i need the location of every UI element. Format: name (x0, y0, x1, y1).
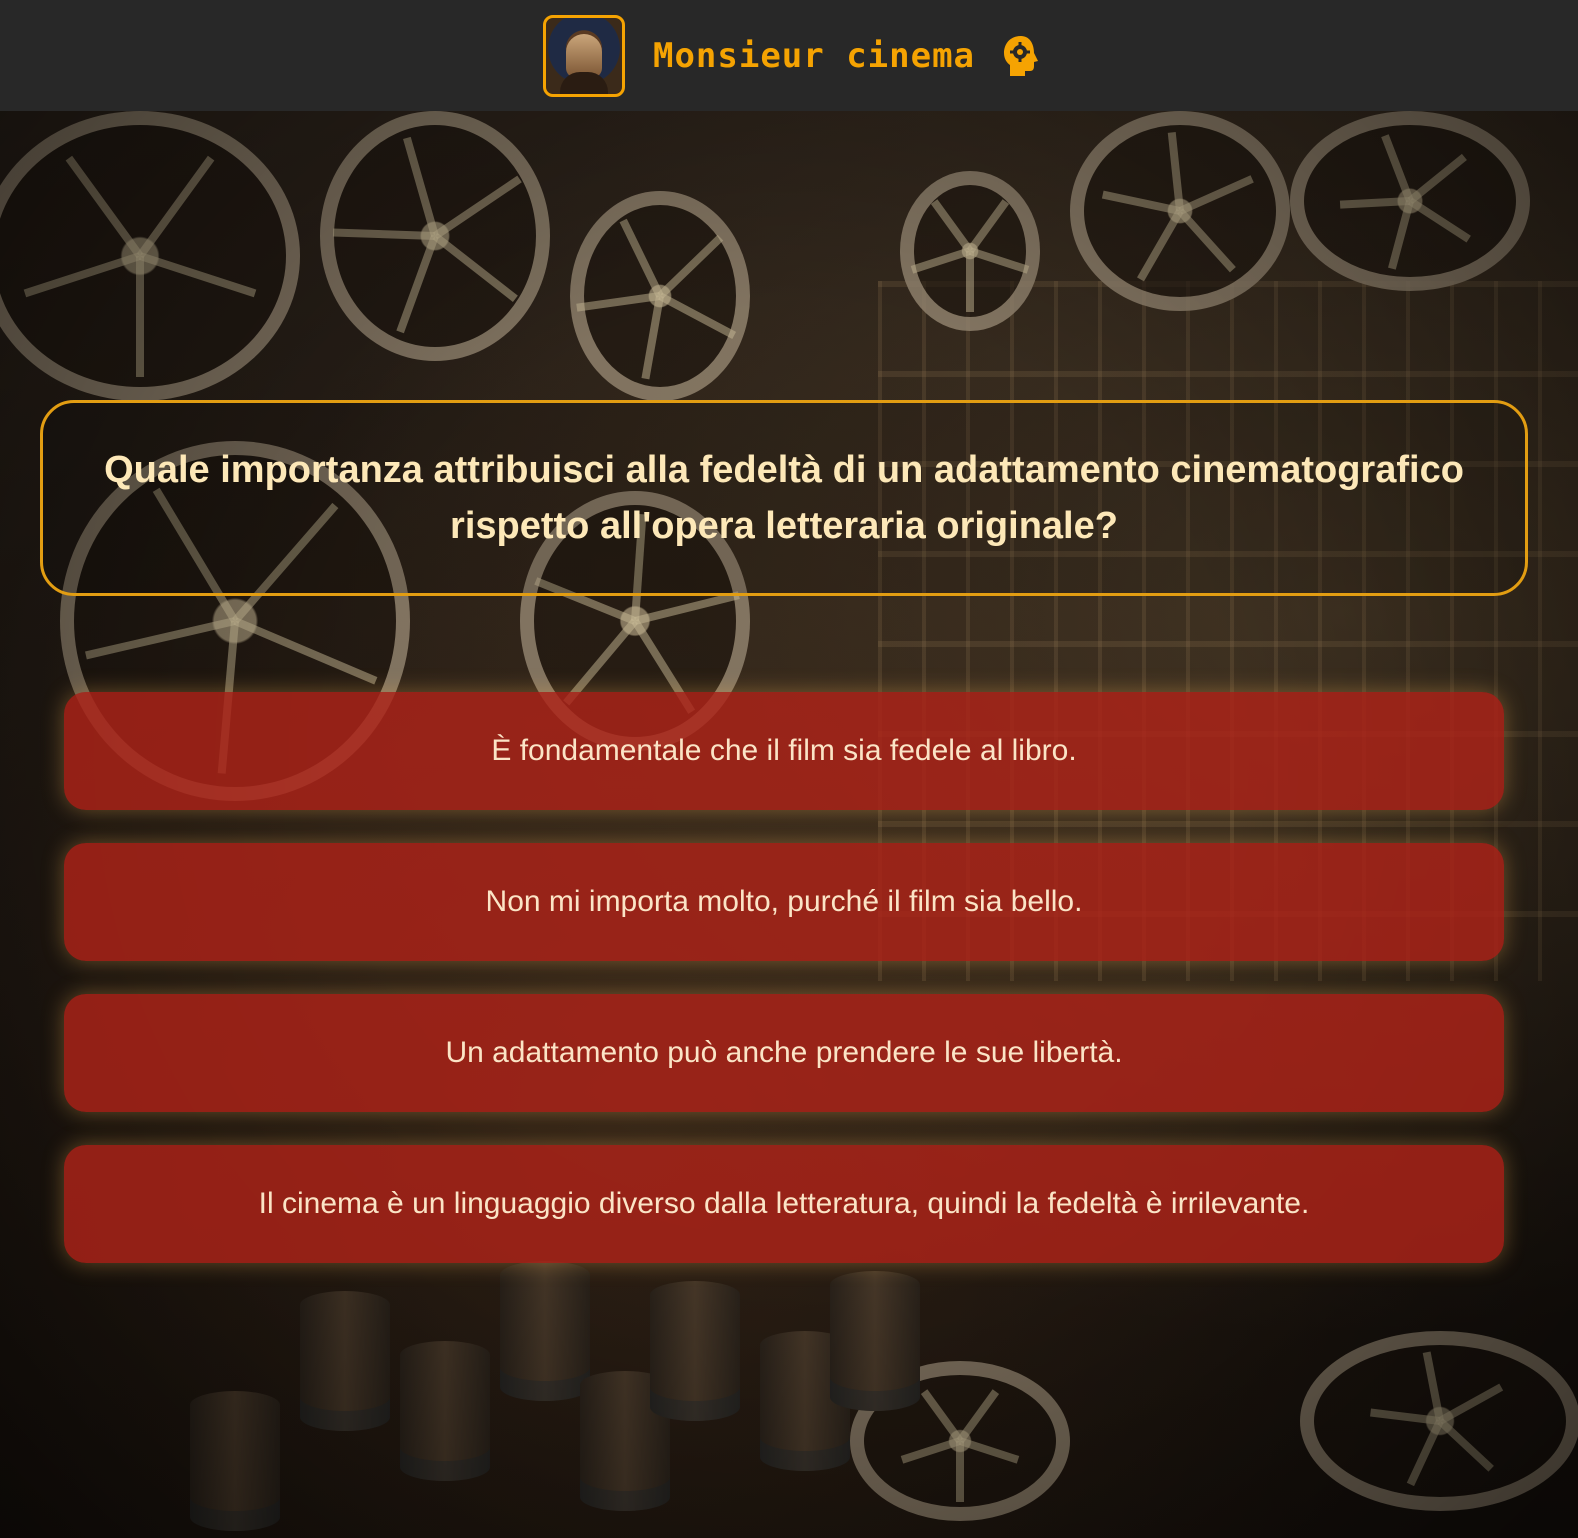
app-header: Monsieur cinema (0, 0, 1578, 111)
answer-option-4[interactable]: Il cinema è un linguaggio diverso dalla … (64, 1145, 1504, 1263)
answer-list: È fondamentale che il film sia fedele al… (64, 692, 1504, 1296)
question-text: Quale importanza attribuisci alla fedelt… (104, 449, 1464, 547)
answer-option-3[interactable]: Un adattamento può anche prendere le sue… (64, 994, 1504, 1112)
answer-option-1[interactable]: È fondamentale che il film sia fedele al… (64, 692, 1504, 810)
brand-title[interactable]: Monsieur cinema (653, 36, 975, 76)
question-card: Quale importanza attribuisci alla fedelt… (40, 400, 1528, 596)
answer-option-2[interactable]: Non mi importa molto, purché il film sia… (64, 843, 1504, 961)
monsieur-cinema-logo[interactable] (542, 14, 625, 97)
head-gear-icon[interactable] (1001, 34, 1041, 78)
